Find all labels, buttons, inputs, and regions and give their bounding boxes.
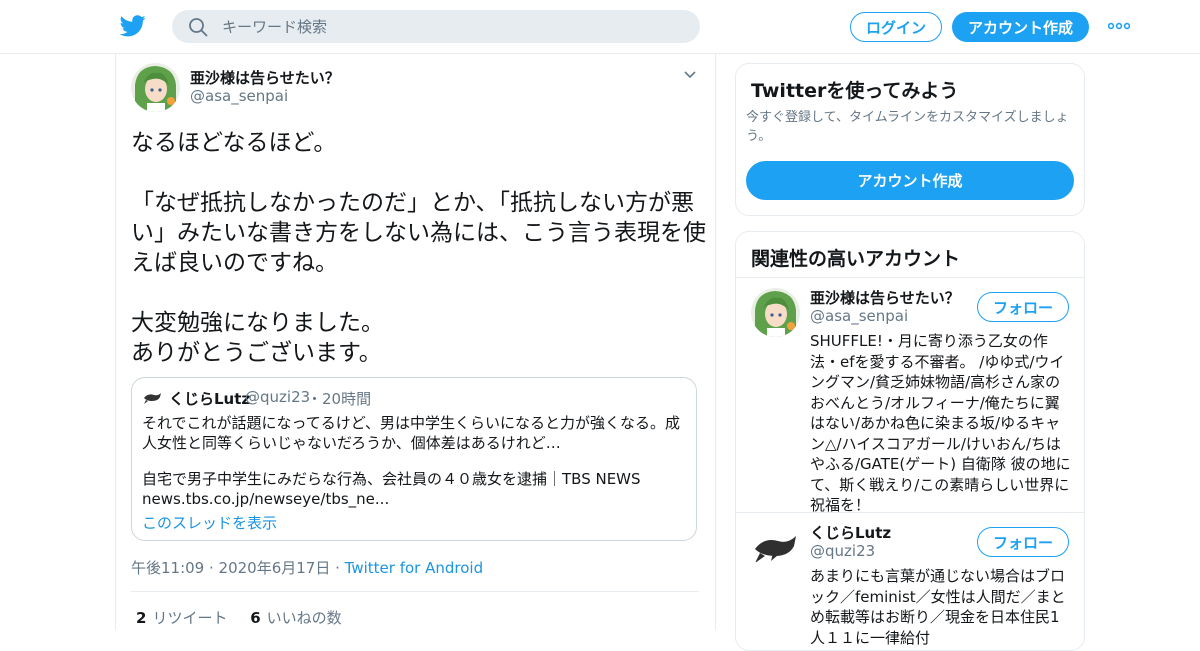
tweet-paragraph: 大変勉強になりました。 ありがとうございます。 <box>131 310 384 366</box>
quoted-timestamp: ・20時間 <box>307 390 372 408</box>
tweet-source-link[interactable]: Twitter for Android <box>345 559 483 577</box>
whale-icon <box>751 523 800 572</box>
more-options-icon[interactable] <box>1108 22 1130 30</box>
divider <box>736 277 1084 278</box>
quoted-link-url: news.tbs.co.jp/newseye/tbs_ne... <box>142 490 390 508</box>
avatar-image <box>751 288 800 337</box>
divider <box>736 512 1084 513</box>
search-input[interactable] <box>222 10 682 43</box>
show-thread-link[interactable]: このスレッドを表示 <box>142 512 277 533</box>
signup-card-subtitle: 今すぐ登録して、タイムラインをカスタマイズしましょう。 <box>746 110 1069 144</box>
follow-button[interactable]: フォロー <box>977 292 1069 322</box>
tweet-stats: 2 リツイート 6 いいねの数 <box>136 607 342 628</box>
paragraph-spacer <box>131 278 706 308</box>
account-name[interactable]: 亜沙様は告らせたい？ <box>810 287 960 308</box>
whale-icon <box>142 387 163 408</box>
retweets-label: リツイート <box>152 609 228 627</box>
retweets-count: 2 <box>136 609 147 627</box>
divider <box>131 591 699 592</box>
avatar[interactable] <box>751 288 800 337</box>
tweet-column: 亜沙様は告らせたい？ @asa_senpai なるほどなるほど。 「なぜ抵抗しな… <box>115 54 716 630</box>
related-accounts-title: 関連性の高いアカウント <box>751 248 961 270</box>
follow-button[interactable]: フォロー <box>977 527 1069 557</box>
search-icon <box>189 18 208 37</box>
signup-card-title: Twitterを使ってみよう <box>751 80 959 102</box>
tweet-text: なるほどなるほど。 「なぜ抵抗しなかったのだ」とか、「抵抗しない方が悪い」みたい… <box>131 128 706 368</box>
related-accounts-card: 関連性の高いアカウント 亜沙様は告らせたい？ @asa_senpai フォロー … <box>735 231 1085 651</box>
account-handle[interactable]: @asa_senpai <box>810 307 908 325</box>
separator: · <box>204 559 219 577</box>
tweet-paragraph: 「なぜ抵抗しなかったのだ」とか、「抵抗しない方が悪い」みたいな書き方をしない為に… <box>131 190 706 276</box>
tweet-author-handle[interactable]: @asa_senpai <box>190 87 288 105</box>
avatar[interactable] <box>131 63 180 112</box>
search-bar[interactable] <box>172 10 700 43</box>
quoted-avatar[interactable] <box>142 387 163 408</box>
account-name[interactable]: くじらLutz <box>810 522 891 543</box>
tweet-paragraph: なるほどなるほど。 <box>131 130 337 156</box>
top-navigation-bar: ログイン アカウント作成 <box>0 0 1200 54</box>
tweet-date[interactable]: 2020年6月17日 <box>219 559 331 577</box>
signup-card: Twitterを使ってみよう 今すぐ登録して、タイムラインをカスタマイズしましょ… <box>735 63 1085 216</box>
quoted-author-handle[interactable]: @quzi23 <box>245 388 310 406</box>
likes-stat[interactable]: 6 いいねの数 <box>250 609 341 627</box>
avatar-image <box>131 63 180 112</box>
signup-card-button[interactable]: アカウント作成 <box>746 161 1074 200</box>
paragraph-spacer <box>131 158 706 188</box>
avatar[interactable] <box>751 523 800 572</box>
likes-label: いいねの数 <box>266 609 342 627</box>
twitter-bird-icon[interactable] <box>120 14 146 38</box>
account-handle[interactable]: @quzi23 <box>810 542 875 560</box>
paragraph-spacer <box>142 453 687 469</box>
tweet-author-name[interactable]: 亜沙様は告らせたい？ <box>190 67 340 88</box>
separator: · <box>330 559 345 577</box>
tweet-time[interactable]: 午後11:09 <box>131 559 204 577</box>
account-bio: あまりにも言葉が通じない場合はブロック／feminist／女性は人間だ／まとめ転… <box>810 567 1066 647</box>
quoted-link-title: 自宅で男子中学生にみだらな行為、会社員の４０歳女を逮捕｜TBS NEWS <box>142 470 641 488</box>
quoted-line: それでこれが話題になってるけど、男は中学生くらいになると力が強くなる。成人女性と… <box>142 414 681 452</box>
retweets-stat[interactable]: 2 リツイート <box>136 609 227 627</box>
login-button[interactable]: ログイン <box>850 12 942 42</box>
quoted-tweet[interactable]: くじらLutz @quzi23 ・20時間 それでこれが話題になってるけど、男は… <box>131 377 697 541</box>
chevron-down-icon[interactable] <box>683 70 697 80</box>
likes-count: 6 <box>250 609 261 627</box>
quoted-author-name[interactable]: くじらLutz <box>169 388 250 409</box>
account-bio: SHUFFLE!・月に寄り添う乙女の作法・efを愛する不審者。 /ゆゆ式/ウイン… <box>810 332 1071 514</box>
quoted-text: それでこれが話題になってるけど、男は中学生くらいになると力が強くなる。成人女性と… <box>142 413 687 509</box>
tweet-metadata: 午後11:09 · 2020年6月17日 · Twitter for Andro… <box>131 557 483 578</box>
signup-button[interactable]: アカウント作成 <box>952 12 1089 42</box>
